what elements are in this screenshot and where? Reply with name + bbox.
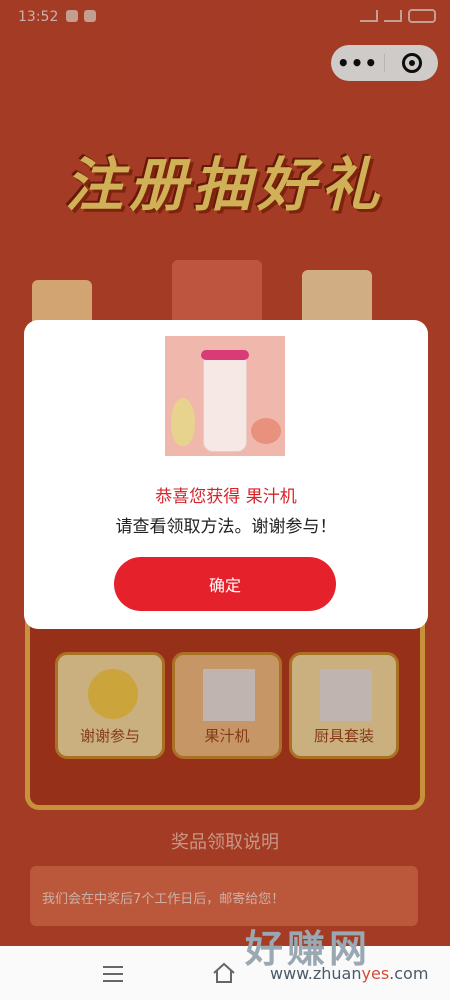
prize-modal: 恭喜您获得 果汁机 请查看领取方法。谢谢参与！ 确定 [24, 320, 428, 629]
juicer-cap [201, 350, 249, 360]
pear-shape [171, 398, 195, 446]
peach-shape [251, 418, 281, 444]
modal-title: 恭喜您获得 果汁机 [155, 487, 297, 507]
juicer-product-image [165, 336, 285, 456]
modal-subtitle: 请查看领取方法。谢谢参与！ [115, 517, 337, 537]
watermark-url: www.zhuanyes.com [270, 964, 429, 983]
juicer-bottle [203, 354, 247, 452]
confirm-button[interactable]: 确定 [114, 557, 336, 611]
menu-icon[interactable] [103, 966, 123, 982]
watermark: 好赚网 www.zhuanyes.com [230, 918, 440, 988]
